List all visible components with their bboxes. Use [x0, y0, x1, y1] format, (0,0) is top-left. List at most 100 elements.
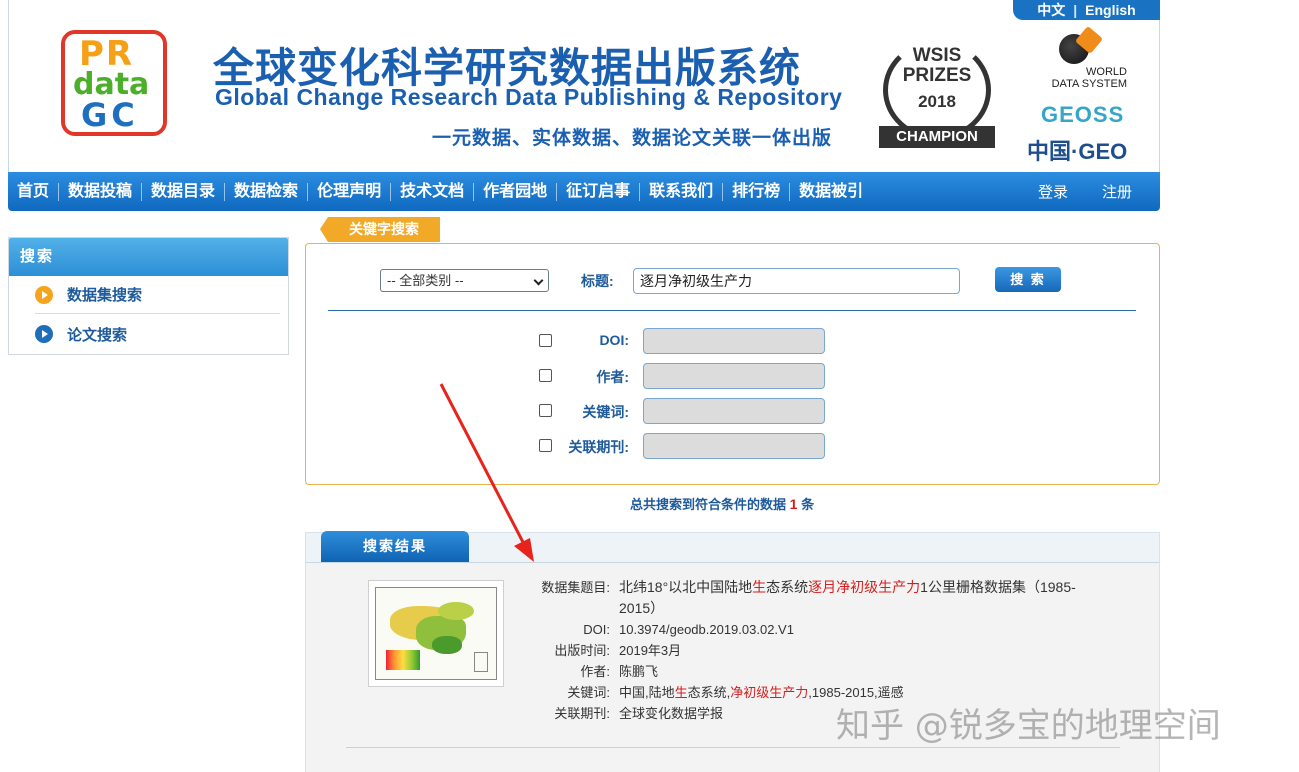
result-separator: [346, 747, 1120, 748]
site-title-en: Global Change Research Data Publishing &…: [215, 84, 843, 110]
keyword-search-panel: -- 全部类别 -- 标题: 逐月净初级生产力 搜 索 DOI: 作者: 关键词…: [305, 243, 1160, 485]
meta-date-value: 2019年3月: [619, 643, 682, 658]
search-button[interactable]: 搜 索: [995, 267, 1061, 292]
nav-subscription[interactable]: 征订启事: [557, 182, 641, 201]
nav-ranking[interactable]: 排行榜: [723, 182, 791, 201]
sidebar-item-label: 数据集搜索: [67, 287, 143, 304]
author-input[interactable]: [643, 363, 825, 389]
nav-contact[interactable]: 联系我们: [640, 182, 724, 201]
meta-author-value: 陈鹏飞: [619, 664, 659, 679]
author-label: 作者:: [596, 369, 629, 385]
divider: [328, 310, 1136, 311]
category-select[interactable]: -- 全部类别 --: [380, 269, 549, 292]
keyword-input[interactable]: [643, 398, 825, 424]
meta-journal-label: 关联期刊:: [554, 706, 610, 721]
doi-row: DOI:: [539, 328, 839, 354]
language-switcher: 中文 | English: [1013, 0, 1160, 20]
meta-keywords-label: 关键词:: [567, 685, 610, 700]
award-line1: WSIS PRIZES: [902, 45, 972, 86]
wsis-award-badge: WSIS PRIZES 2018 CHAMPION: [875, 36, 999, 156]
author-checkbox[interactable]: [539, 369, 552, 382]
main-nav: 首页 数据投稿 数据目录 数据检索 伦理声明 技术文档 作者园地 征订启事 联系…: [8, 172, 1160, 211]
map-inset: [474, 652, 488, 672]
lang-separator: |: [1073, 2, 1078, 18]
meta-title-row: 数据集题目: 北纬18°以北中国陆地生态系统逐月净初级生产力1公里栅格数据集（1…: [516, 577, 1076, 619]
journal-row: 关联期刊:: [539, 433, 839, 459]
keyword-search-tab[interactable]: 关键字搜索: [320, 217, 440, 242]
kw-part: 中国,陆地: [619, 685, 675, 700]
result-count-suffix: 条: [801, 497, 815, 512]
site-subtitle: 一元数据、实体数据、数据论文关联一体出版: [432, 128, 833, 149]
meta-date-row: 出版时间: 2019年3月: [516, 640, 1076, 661]
nav-author-garden[interactable]: 作者园地: [474, 182, 558, 201]
meta-author-row: 作者: 陈鹏飞: [516, 661, 1076, 682]
auth-links: 登录 注册: [1038, 172, 1132, 211]
results-header: 搜索结果: [306, 531, 1159, 563]
title-part: 北纬18°以北中国陆地: [619, 579, 753, 595]
title-label: 标题:: [581, 273, 614, 289]
nav-citations[interactable]: 数据被引: [790, 183, 872, 201]
nav-catalog[interactable]: 数据目录: [142, 182, 226, 201]
register-link[interactable]: 注册: [1102, 181, 1132, 202]
logo-text-gc: GC: [81, 96, 139, 134]
kw-part-highlight: 净初级生产力: [730, 685, 809, 700]
meta-doi-value: 10.3974/geodb.2019.03.02.V1: [619, 622, 794, 637]
nav-tech-docs[interactable]: 技术文档: [391, 182, 475, 201]
title-part-highlight: 生: [752, 579, 767, 595]
title-input[interactable]: 逐月净初级生产力: [633, 268, 960, 294]
map-legend: [386, 650, 420, 670]
sidebar-item-label: 论文搜索: [67, 326, 128, 344]
watermark: 知乎 @锐多宝的地理空间: [836, 706, 1221, 746]
map-region: [438, 602, 474, 620]
play-circle-icon: [35, 325, 53, 343]
nav-list: 首页 数据投稿 数据目录 数据检索 伦理声明 技术文档 作者园地 征订启事 联系…: [8, 172, 872, 211]
keyword-row: 关键词:: [539, 398, 839, 424]
china-map-image: [375, 587, 497, 680]
meta-author-label: 作者:: [580, 664, 610, 679]
nav-search[interactable]: 数据检索: [225, 182, 309, 201]
author-row: 作者:: [539, 363, 839, 389]
meta-journal-value: 全球变化数据学报: [619, 706, 724, 721]
lang-en-link[interactable]: English: [1085, 2, 1136, 18]
dataset-thumbnail[interactable]: [368, 580, 504, 687]
sidebar-item-paper-search[interactable]: 论文搜索: [35, 315, 280, 353]
doi-label: DOI:: [599, 332, 629, 348]
kw-part-highlight: 生: [674, 685, 688, 700]
nav-ethics[interactable]: 伦理声明: [308, 182, 392, 201]
login-link[interactable]: 登录: [1038, 181, 1068, 202]
prdatagc-logo[interactable]: PR data GC: [61, 30, 167, 136]
play-circle-icon: [35, 285, 53, 304]
award-year: 2018: [918, 92, 956, 111]
result-count-number: 1: [789, 496, 798, 512]
wds-text: WORLD DATA SYSTEM: [1051, 66, 1127, 90]
award-champion: CHAMPION: [879, 126, 995, 148]
meta-date-label: 出版时间:: [554, 643, 610, 658]
doi-input[interactable]: [643, 328, 825, 354]
meta-doi-row: DOI: 10.3974/geodb.2019.03.02.V1: [516, 619, 1076, 640]
journal-input[interactable]: [643, 433, 825, 459]
chevron-down-icon: [533, 275, 544, 286]
china-geo-logo[interactable]: 中国·GEO: [1027, 134, 1127, 166]
journal-label: 关联期刊:: [568, 439, 629, 455]
search-sidebar: 搜索 数据集搜索 论文搜索: [8, 237, 289, 355]
result-count: 总共搜索到符合条件的数据 1 条: [630, 494, 814, 513]
dataset-title-link[interactable]: 北纬18°以北中国陆地生态系统逐月净初级生产力1公里栅格数据集（1985-201…: [619, 577, 1076, 619]
sidebar-item-dataset-search[interactable]: 数据集搜索: [35, 276, 280, 314]
meta-doi-label: DOI:: [583, 622, 610, 637]
nav-home[interactable]: 首页: [8, 182, 60, 201]
map-region: [432, 636, 462, 654]
kw-part: 态系统,: [687, 685, 731, 700]
journal-checkbox[interactable]: [539, 439, 552, 452]
sidebar-title: 搜索: [9, 238, 288, 276]
result-count-prefix: 总共搜索到符合条件的数据: [630, 497, 787, 512]
geoss-logo[interactable]: GEOSS: [1041, 102, 1124, 128]
results-tab[interactable]: 搜索结果: [321, 531, 469, 562]
doi-checkbox[interactable]: [539, 334, 552, 347]
nav-submit[interactable]: 数据投稿: [59, 182, 143, 201]
category-select-value: -- 全部类别 --: [387, 273, 464, 288]
keyword-label: 关键词:: [582, 404, 629, 420]
site-header: PR data GC 全球变化科学研究数据出版系统 Global Change …: [8, 0, 1160, 172]
keyword-checkbox[interactable]: [539, 404, 552, 417]
world-data-system-logo[interactable]: WORLD DATA SYSTEM: [1041, 25, 1131, 92]
lang-cn-link[interactable]: 中文: [1037, 0, 1065, 20]
